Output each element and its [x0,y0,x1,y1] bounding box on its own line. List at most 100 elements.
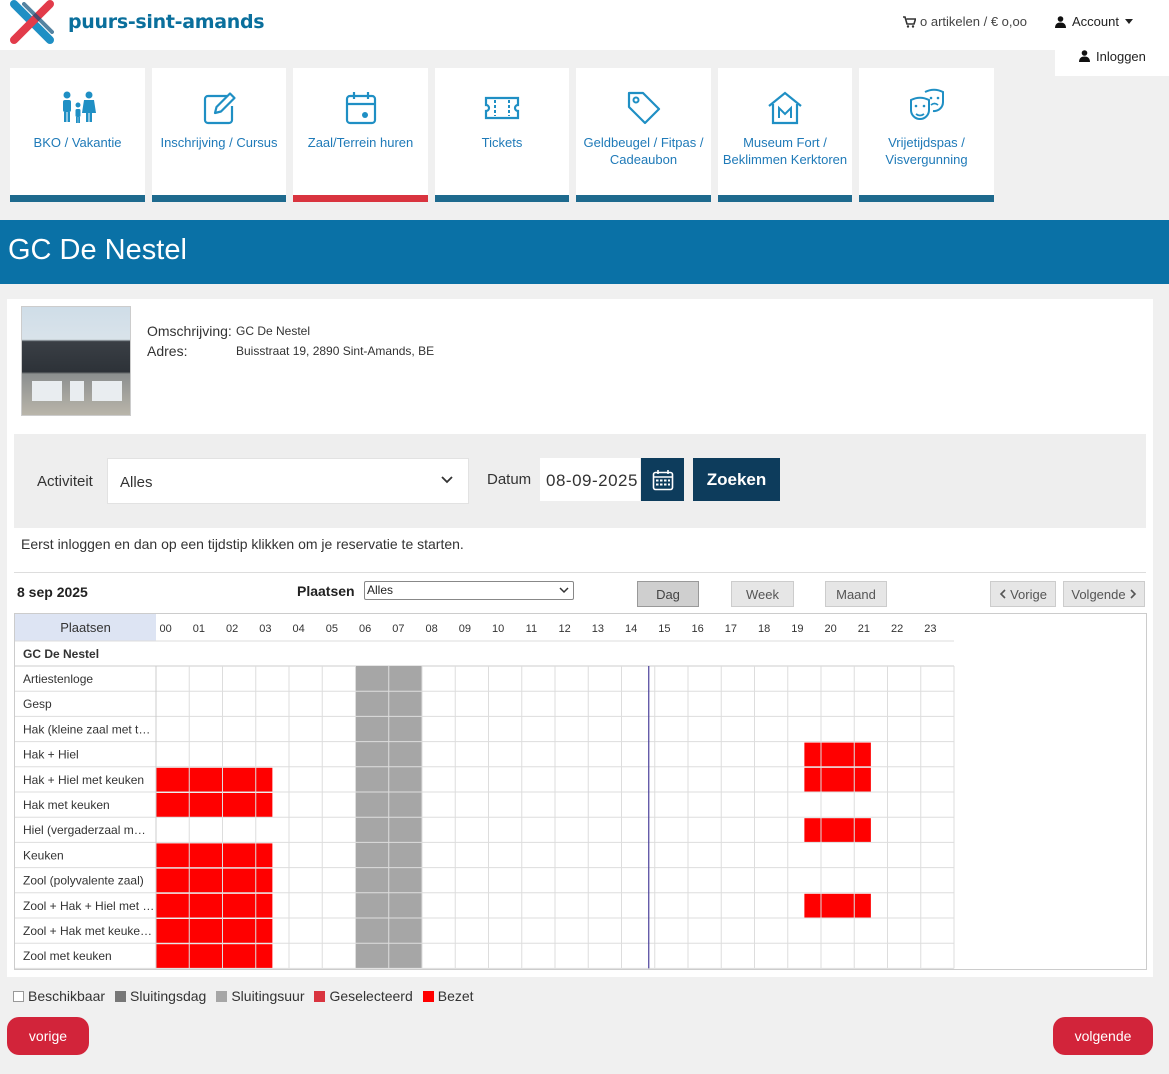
places-value: Alles [367,583,394,597]
hour-label: 09 [459,623,471,635]
busy-block [156,868,273,893]
legend-label: Sluitingsdag [130,988,207,1004]
busy-block [156,944,273,969]
legend-item: Geselecteerd [314,988,413,1004]
activity-value: Alles [120,474,153,491]
legend-label: Sluitingsuur [231,988,305,1004]
nav-tile-zaal[interactable]: Zaal/Terrein huren [293,68,428,202]
busy-block [156,767,273,792]
nav-tile-label: Museum Fort / Beklimmen Kerktoren [722,135,848,167]
activity-select[interactable]: Alles [107,458,469,504]
nav-tile-inschrijving[interactable]: Inschrijving / Cursus [152,68,286,202]
search-button[interactable]: Zoeken [693,458,780,501]
hour-label: 00 [160,623,172,635]
theater-masks-icon [909,88,944,120]
hour-label: 23 [924,623,936,635]
description-label: Omschrijving: [147,323,232,339]
nav-tile-museum[interactable]: Museum Fort / Beklimmen Kerktoren [718,68,852,202]
hour-label: 21 [858,623,870,635]
login-menu-item[interactable]: Inloggen [1055,36,1169,76]
place-row-label: Hak + Hiel [23,748,79,762]
calendar-icon [345,92,376,125]
previous-button[interactable]: vorige [7,1017,89,1055]
hour-label: 15 [658,623,670,635]
busy-block [156,919,273,944]
hour-label: 12 [559,623,571,635]
view-week-button[interactable]: Week [731,581,794,607]
hour-label: 03 [259,623,271,635]
logo[interactable]: puurs-sint-amands [8,0,265,44]
place-row-label: Hak (kleine zaal met t… [23,722,150,736]
hour-label: 11 [526,623,537,635]
legend-item: Sluitingsuur [216,988,304,1004]
view-month-button[interactable]: Maand [825,581,887,607]
nav-tile-vrijetijdspas[interactable]: Vrijetijdspas / Visvergunning [859,68,994,202]
hour-label: 17 [725,623,737,635]
hour-label: 05 [326,623,338,635]
family-icon [62,91,96,123]
chevron-down-icon [441,476,453,484]
nav-tile-label: Zaal/Terrein huren [307,135,414,150]
legend-item: Bezet [422,988,474,1004]
hour-label: 14 [625,623,637,635]
cart-icon [903,15,916,28]
hour-label: 16 [692,623,704,635]
places-column-header: Plaatsen [60,620,111,635]
nav-tile-label: Vrijetijdspas / Visvergunning [885,135,968,167]
hour-label: 13 [592,623,604,635]
place-row-label: Zool (polyvalente zaal) [23,874,144,888]
places-select[interactable]: Alles [364,581,574,600]
legend-item: Sluitingsdag [115,988,206,1004]
cart-link[interactable]: o artikelen / € o,oo [903,14,1027,29]
activity-label: Activiteit [37,473,93,490]
calendar-button[interactable] [641,458,684,501]
user-icon [1055,15,1066,28]
next-day-button[interactable]: Volgende [1063,581,1145,607]
divider [14,572,1146,573]
prev-label: Vorige [1010,586,1047,602]
legend-label: Geselecteerd [329,988,413,1004]
busy-block [804,742,871,767]
hour-label: 19 [791,623,803,635]
hour-label: 04 [293,623,305,635]
prev-day-button[interactable]: Vorige [990,581,1056,607]
account-label: Account [1072,14,1119,29]
next-button[interactable]: volgende [1053,1017,1153,1055]
ticket-icon [484,96,520,120]
nav-tile-bko[interactable]: BKO / Vakantie [10,68,145,202]
login-label: Inloggen [1096,48,1146,64]
schedule-date: 8 sep 2025 [17,584,88,600]
user-icon [1079,50,1090,62]
legend-item: Beschikbaar [13,988,105,1004]
venue-panel: Omschrijving: GC De Nestel Adres: Buisstra… [7,299,1153,977]
busy-block [156,893,273,918]
nav-tile-tickets[interactable]: Tickets [435,68,569,202]
site-header: puurs-sint-amands o artikelen / € o,oo A… [0,0,1169,50]
filter-bar: Activiteit Alles Datum 08-09-2025 Zoeken [14,434,1146,528]
hour-label: 01 [193,623,205,635]
busy-block [804,767,871,792]
nav-tile-label: Inschrijving / Cursus [160,135,278,150]
place-row-label: Keuken [23,848,64,862]
schedule-svg: Plaatsen 00 01 02 03 04 05 06 07 08 09 10 11 12 13 14 15… [15,614,955,969]
edit-icon [203,92,236,125]
address-value: Buisstraat 19, 2890 Sint-Amands, BE [236,344,435,358]
nav-tile-geldbeugel[interactable]: Geldbeugel / Fitpas / Cadeaubon [576,68,711,202]
date-input[interactable]: 08-09-2025 [540,458,640,501]
calendar-icon [652,469,673,490]
hour-label: 08 [426,623,438,635]
address-label: Adres: [147,343,188,359]
next-label: Volgende [1071,586,1126,602]
nav-tile-label: BKO / Vakantie [33,135,122,150]
account-menu[interactable]: Account [1055,14,1133,29]
place-row-label: Zool met keuken [23,949,112,963]
legend: Beschikbaar Sluitingsdag Sluitingsuur Ge… [13,988,484,1004]
tag-icon [627,91,660,125]
caret-down-icon [1124,19,1133,24]
busy-block [804,893,871,918]
view-day-button[interactable]: Dag [637,581,699,607]
legend-label: Beschikbaar [28,988,106,1004]
busy-block [804,818,871,843]
venue-info: Omschrijving: GC De Nestel Adres: Buisstra… [147,321,434,361]
hour-label: 22 [891,623,903,635]
